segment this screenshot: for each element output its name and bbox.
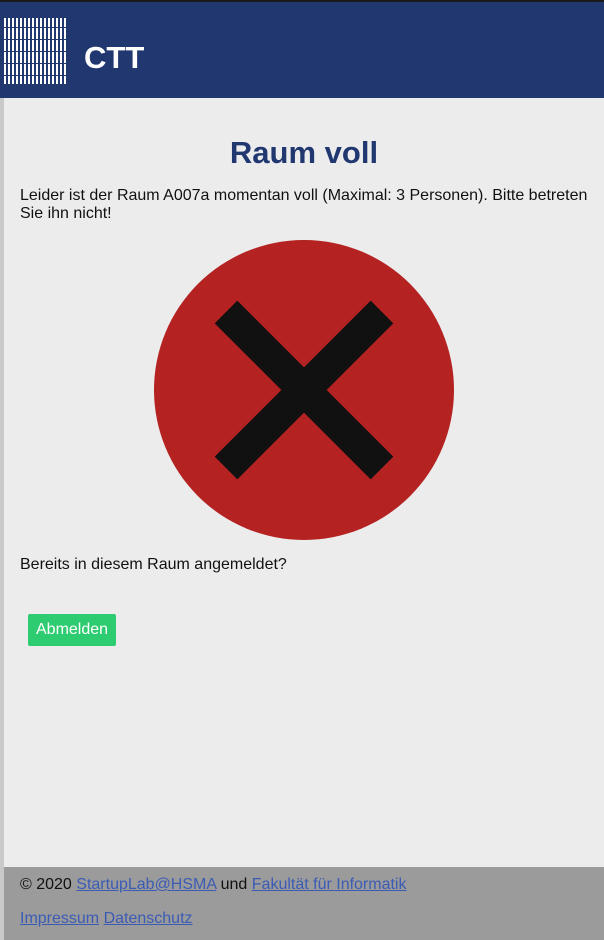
page-footer: © 2020 StartupLab@HSMA und Fakultät für … [4,867,604,940]
impressum-link[interactable]: Impressum [20,910,99,927]
copyright-text: © 2020 [20,876,72,893]
footer-legal-links: Impressum Datenschutz [20,910,193,928]
logout-button[interactable]: Abmelden [28,614,117,646]
datenschutz-link[interactable]: Datenschutz [104,910,193,927]
startuplab-link[interactable]: StartupLab@HSMA [76,876,216,893]
already-registered-text: Bereits in diesem Raum angemeldet? [20,556,287,573]
conjunction-text: und [220,876,248,893]
striped-grid-logo [4,18,68,84]
room-full-message: Leider ist der Raum A007a momentan voll … [20,187,588,222]
brand-title: CTT [84,40,145,75]
app-header: CTT [0,0,604,98]
page-title: Raum voll [229,135,379,170]
faculty-link[interactable]: Fakultät für Informatik [252,876,407,893]
footer-credits: © 2020 StartupLab@HSMA und Fakultät für … [20,876,406,894]
red-circle-x-icon [154,240,454,540]
left-edge-rule [0,98,4,940]
